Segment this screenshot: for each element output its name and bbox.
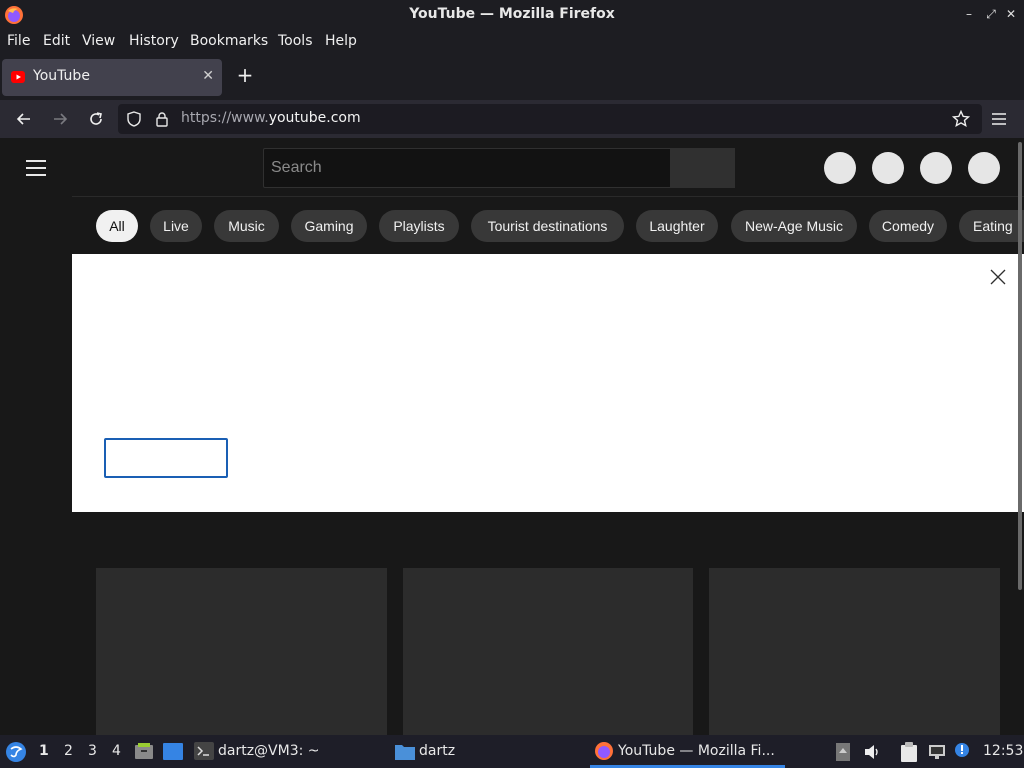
- chip-comedy[interactable]: Comedy: [869, 210, 947, 242]
- url-prefix: https://www.: [181, 110, 269, 126]
- file-manager-launcher-icon[interactable]: [134, 742, 154, 760]
- navigation-toolbar: https://www.youtube.com: [0, 100, 1024, 138]
- chip-tourist-destinations[interactable]: Tourist destinations: [471, 210, 624, 242]
- start-menu-icon[interactable]: [5, 741, 27, 763]
- back-icon[interactable]: [14, 109, 34, 129]
- search-input[interactable]: [264, 149, 670, 187]
- notification-icon[interactable]: [953, 742, 971, 760]
- chip-music[interactable]: Music: [214, 210, 279, 242]
- search-button[interactable]: [671, 148, 735, 188]
- create-icon[interactable]: [824, 152, 856, 184]
- reload-icon[interactable]: [86, 109, 106, 129]
- banner-action-button[interactable]: [104, 438, 228, 478]
- menu-history[interactable]: History: [129, 33, 179, 49]
- address-bar[interactable]: https://www.youtube.com: [118, 104, 982, 134]
- left-rail: [0, 138, 72, 735]
- window-titlebar: YouTube — Mozilla Firefox – ⤢ ✕: [0, 0, 1024, 30]
- desktop-launcher-icon[interactable]: [163, 743, 183, 760]
- url-text[interactable]: https://www.youtube.com: [181, 110, 361, 126]
- terminal-icon: [194, 742, 214, 760]
- close-tab-icon[interactable]: ✕: [202, 68, 214, 84]
- banner-close-icon[interactable]: [990, 269, 1006, 285]
- apps-icon[interactable]: [872, 152, 904, 184]
- video-thumbnail-placeholder[interactable]: [96, 568, 387, 735]
- page-scrollbar[interactable]: [1018, 142, 1022, 590]
- folder-icon: [395, 745, 415, 760]
- taskbar: 1 2 3 4 dartz@VM3: ~ dartz YouTube — Moz…: [0, 735, 1024, 768]
- chip-laughter[interactable]: Laughter: [636, 210, 718, 242]
- close-window-icon[interactable]: ✕: [1004, 7, 1018, 21]
- menu-edit[interactable]: Edit: [43, 33, 70, 49]
- new-tab-button[interactable]: +: [234, 64, 256, 86]
- workspace-4[interactable]: 4: [112, 743, 121, 759]
- chip-playlists[interactable]: Playlists: [379, 210, 459, 242]
- tab-youtube[interactable]: YouTube ✕: [2, 59, 222, 96]
- shield-icon[interactable]: [126, 111, 142, 127]
- chip-live[interactable]: Live: [150, 210, 202, 242]
- clipboard-icon[interactable]: [900, 742, 918, 762]
- taskbar-terminal-label[interactable]: dartz@VM3: ~: [218, 743, 320, 759]
- workspace-2[interactable]: 2: [64, 743, 73, 759]
- app-menu-icon[interactable]: [991, 112, 1007, 126]
- taskbar-folder-label[interactable]: dartz: [419, 743, 455, 759]
- sign-in-icon[interactable]: [968, 152, 1000, 184]
- page-content: All Live Music Gaming Playlists Tourist …: [0, 138, 1024, 735]
- firefox-taskbar-icon: [595, 742, 613, 760]
- workspace-1[interactable]: 1: [39, 743, 49, 759]
- menu-file[interactable]: File: [7, 33, 30, 49]
- window-title: YouTube — Mozilla Firefox: [409, 6, 615, 22]
- menu-help[interactable]: Help: [325, 33, 357, 49]
- youtube-icon: [11, 71, 25, 83]
- workspace-3[interactable]: 3: [88, 743, 97, 759]
- clock[interactable]: 12:53: [983, 743, 1023, 759]
- search-box[interactable]: [263, 148, 671, 188]
- header-divider: [72, 196, 1024, 197]
- promo-banner: [72, 254, 1024, 512]
- tab-label: YouTube: [33, 68, 90, 84]
- menu-tools[interactable]: Tools: [278, 33, 313, 49]
- menubar: File Edit View History Bookmarks Tools H…: [0, 30, 1024, 54]
- chip-new-age-music[interactable]: New-Age Music: [731, 210, 857, 242]
- bookmark-star-icon[interactable]: [952, 110, 970, 128]
- chip-eating[interactable]: Eating: [959, 210, 1024, 242]
- chip-all[interactable]: All: [96, 210, 138, 242]
- menu-view[interactable]: View: [82, 33, 115, 49]
- updates-icon[interactable]: [836, 743, 850, 761]
- volume-icon[interactable]: [863, 743, 881, 761]
- network-icon[interactable]: [928, 743, 946, 761]
- minimize-icon[interactable]: –: [962, 7, 976, 21]
- tab-strip: YouTube ✕ +: [0, 54, 1024, 100]
- settings-icon[interactable]: [920, 152, 952, 184]
- guide-menu-icon[interactable]: [26, 160, 46, 176]
- taskbar-firefox-label[interactable]: YouTube — Mozilla Fi...: [618, 743, 775, 759]
- video-thumbnail-placeholder[interactable]: [709, 568, 1000, 735]
- menu-bookmarks[interactable]: Bookmarks: [190, 33, 268, 49]
- chip-gaming[interactable]: Gaming: [291, 210, 367, 242]
- url-domain: youtube.com: [268, 110, 361, 126]
- maximize-icon[interactable]: ⤢: [984, 7, 998, 21]
- lock-icon[interactable]: [154, 111, 170, 127]
- video-thumbnail-placeholder[interactable]: [403, 568, 693, 735]
- forward-icon[interactable]: [50, 109, 70, 129]
